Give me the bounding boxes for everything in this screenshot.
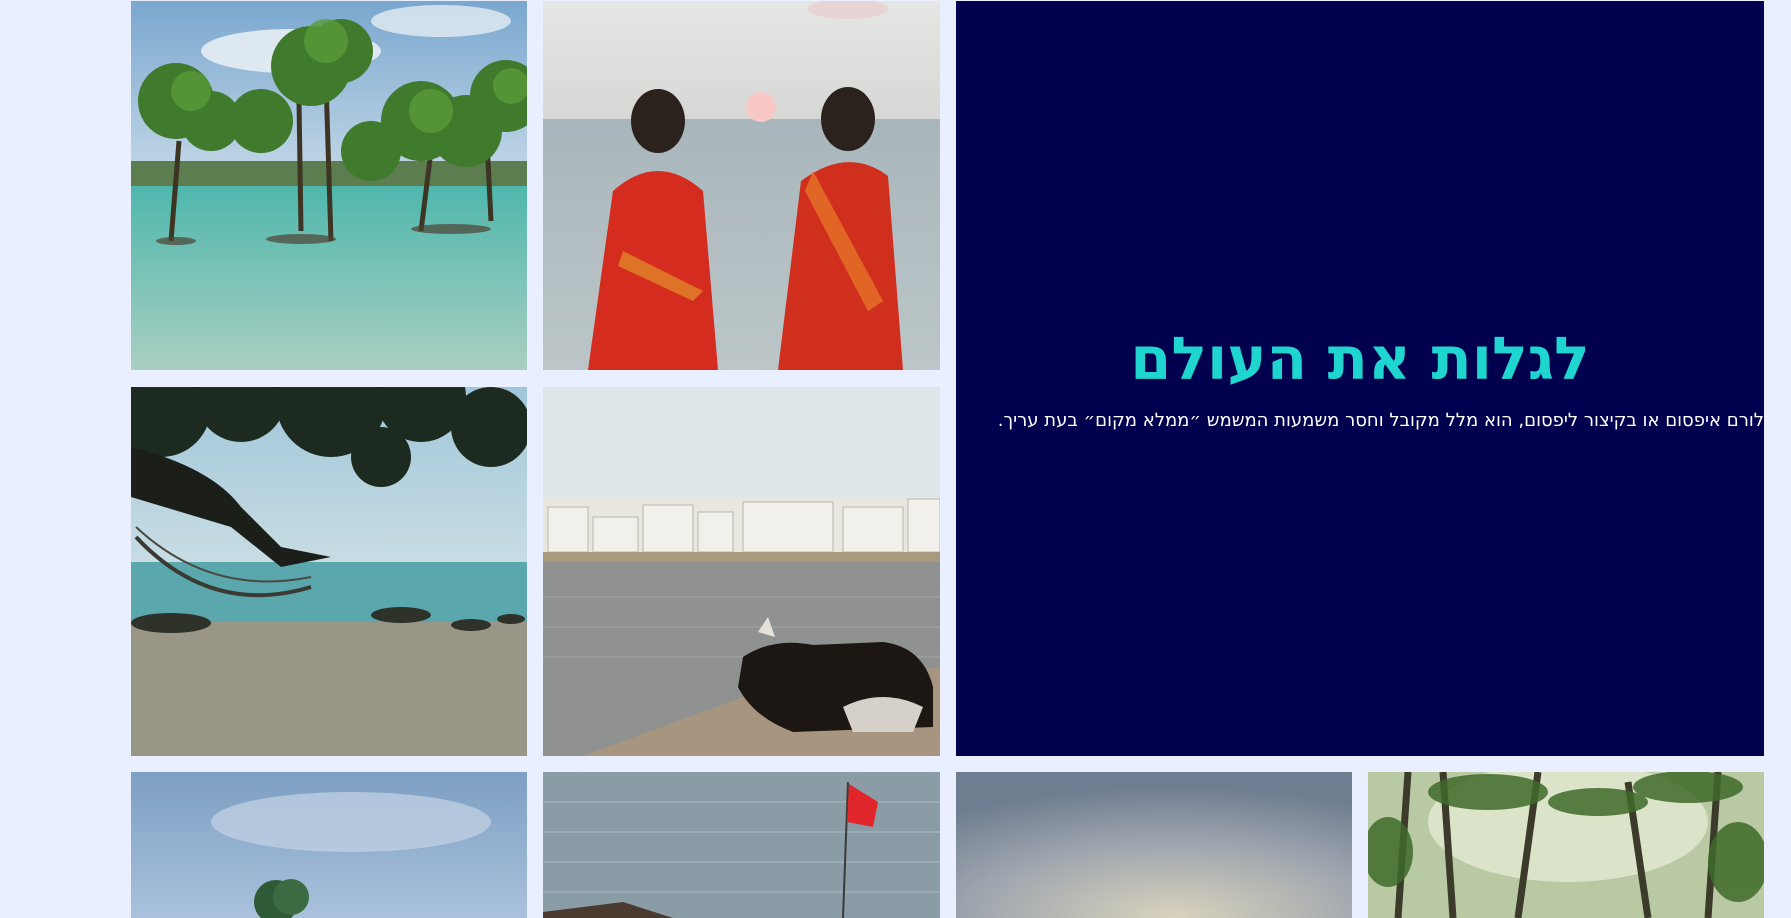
lake-town-cow-photo[interactable] <box>543 387 940 756</box>
women-in-saris-sunset-photo[interactable] <box>543 1 940 370</box>
cloudy-sea-photo[interactable] <box>131 772 527 918</box>
palm-forest-photo[interactable] <box>1368 772 1764 918</box>
mangrove-trees-photo[interactable] <box>131 1 527 370</box>
hero-banner: לגלות את העולם לורם איפסום או בקיצור ליפ… <box>956 1 1764 756</box>
page: לגלות את העולם לורם איפסום או בקיצור ליפ… <box>0 0 1791 918</box>
beach-hammock-photo[interactable] <box>131 387 527 756</box>
hero-text: לורם איפסום או בקיצור ליפסום, הוא מלל מק… <box>997 410 1764 431</box>
hero-title: לגלות את העולם <box>1130 324 1590 393</box>
hazy-sky-photo[interactable] <box>956 772 1352 918</box>
red-flag-sea-photo[interactable] <box>543 772 940 918</box>
